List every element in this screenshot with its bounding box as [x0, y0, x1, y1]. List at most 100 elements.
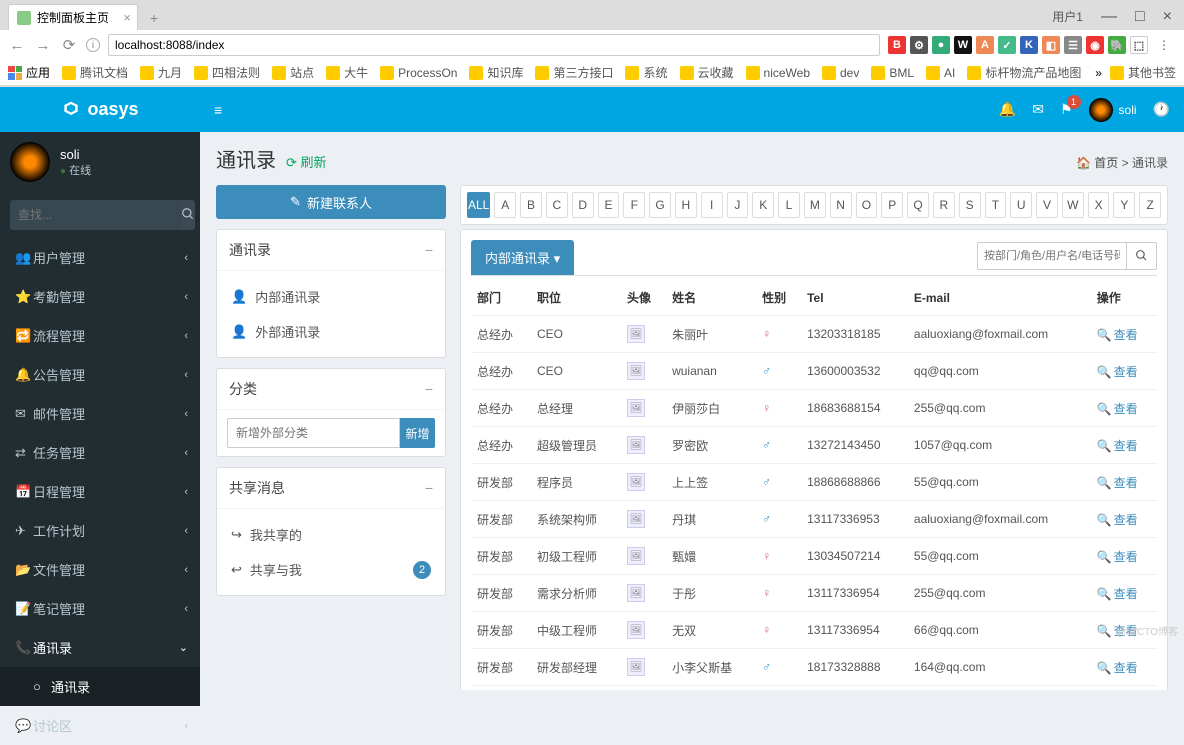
alpha-button[interactable]: B [520, 192, 542, 218]
view-link[interactable]: 🔍查看 [1097, 550, 1138, 564]
apps-icon[interactable]: 应用 [8, 64, 50, 81]
other-bookmarks[interactable]: 其他书签 [1110, 64, 1176, 81]
sidebar-item[interactable]: 🔔公告管理‹ [0, 355, 200, 394]
bookmark-item[interactable]: AI [926, 64, 955, 81]
bookmark-item[interactable]: BML [871, 64, 914, 81]
ext-icon[interactable]: ◧ [1042, 36, 1060, 54]
sidebar-item[interactable]: 📂文件管理‹ [0, 550, 200, 589]
breadcrumb-home[interactable]: 首页 [1094, 156, 1118, 170]
alpha-button[interactable]: G [649, 192, 671, 218]
flag-icon[interactable]: ⚑1 [1060, 101, 1073, 118]
view-link[interactable]: 🔍查看 [1097, 439, 1138, 453]
table-search-button[interactable] [1127, 242, 1157, 270]
collapse-icon[interactable]: − [425, 480, 433, 496]
share-mine-item[interactable]: ↪我共享的 [217, 517, 445, 552]
alpha-button[interactable]: Z [1139, 192, 1161, 218]
category-add-button[interactable]: 新增 [400, 418, 435, 448]
alpha-button[interactable]: J [727, 192, 749, 218]
alpha-button[interactable]: V [1036, 192, 1058, 218]
alpha-button[interactable]: P [881, 192, 903, 218]
alpha-button[interactable]: S [959, 192, 981, 218]
alpha-button[interactable]: F [623, 192, 645, 218]
back-icon[interactable]: ← [8, 36, 26, 54]
alpha-button[interactable]: W [1062, 192, 1084, 218]
alpha-button[interactable]: K [752, 192, 774, 218]
ext-icon[interactable]: 🐘 [1108, 36, 1126, 54]
brand-logo[interactable]: oasys [0, 87, 200, 132]
ext-icon[interactable]: A [976, 36, 994, 54]
sidebar-item[interactable]: ⇄任务管理‹ [0, 433, 200, 472]
close-window-icon[interactable]: × [1159, 9, 1176, 25]
view-link[interactable]: 🔍查看 [1097, 476, 1138, 490]
view-link[interactable]: 🔍查看 [1097, 587, 1138, 601]
ext-icon[interactable]: ✓ [998, 36, 1016, 54]
sidebar-item[interactable]: 🔁流程管理‹ [0, 316, 200, 355]
ext-icon[interactable]: ⬚ [1130, 36, 1148, 54]
sidebar-item[interactable]: 📞通讯录⌄ [0, 628, 200, 667]
ext-icon[interactable]: ● [932, 36, 950, 54]
window-user-label[interactable]: 用户1 [1048, 6, 1087, 27]
share-withme-item[interactable]: ↩共享与我2 [217, 552, 445, 587]
sidebar-subitem[interactable]: ○通讯录 [0, 667, 200, 706]
browser-tab[interactable]: 控制面板主页 × [8, 4, 138, 30]
sidebar-toggle-icon[interactable]: ≡ [200, 102, 236, 118]
forward-icon[interactable]: → [34, 36, 52, 54]
view-link[interactable]: 🔍查看 [1097, 328, 1138, 342]
menu-icon[interactable]: ⋮ [1152, 38, 1176, 52]
table-tab-internal[interactable]: 内部通讯录 ▾ [471, 240, 574, 275]
bookmark-item[interactable]: 知识库 [469, 64, 523, 81]
bookmark-item[interactable]: 腾讯文档 [62, 64, 128, 81]
external-contacts-item[interactable]: 👤外部通讯录 [217, 314, 445, 349]
table-search-input[interactable] [977, 242, 1127, 270]
bookmark-item[interactable]: 大牛 [326, 64, 368, 81]
sidebar-item[interactable]: 👥用户管理‹ [0, 238, 200, 277]
view-link[interactable]: 🔍查看 [1097, 402, 1138, 416]
alpha-button[interactable]: M [804, 192, 826, 218]
refresh-button[interactable]: ⟳ 刷新 [286, 152, 327, 171]
ext-icon[interactable]: K [1020, 36, 1038, 54]
alpha-button[interactable]: Y [1113, 192, 1135, 218]
bookmark-item[interactable]: niceWeb [746, 64, 810, 81]
ext-icon[interactable]: ◉ [1086, 36, 1104, 54]
internal-contacts-item[interactable]: 👤内部通讯录 [217, 279, 445, 314]
mail-icon[interactable]: ✉ [1032, 101, 1044, 118]
alpha-button[interactable]: E [598, 192, 620, 218]
ext-icon[interactable]: ☰ [1064, 36, 1082, 54]
alpha-button[interactable]: R [933, 192, 955, 218]
collapse-icon[interactable]: − [425, 242, 433, 258]
view-link[interactable]: 🔍查看 [1097, 661, 1138, 675]
reload-icon[interactable]: ⟳ [60, 36, 78, 54]
alpha-button[interactable]: O [856, 192, 878, 218]
tab-close-icon[interactable]: × [123, 10, 131, 25]
bookmark-item[interactable]: 第三方接口 [535, 64, 613, 81]
sidebar-item[interactable]: 📝笔记管理‹ [0, 589, 200, 628]
new-tab-button[interactable]: + [144, 6, 164, 30]
collapse-icon[interactable]: − [425, 381, 433, 397]
bookmark-item[interactable]: 云收藏 [680, 64, 734, 81]
category-input[interactable] [227, 418, 400, 448]
sidebar-item[interactable]: ✉邮件管理‹ [0, 394, 200, 433]
view-link[interactable]: 🔍查看 [1097, 513, 1138, 527]
alpha-button[interactable]: L [778, 192, 800, 218]
sidebar-search-input[interactable] [10, 200, 181, 230]
sidebar-item[interactable]: ✈工作计划‹ [0, 511, 200, 550]
bookmark-item[interactable]: 标杆物流产品地图 [967, 64, 1081, 81]
sidebar-item[interactable]: 📅日程管理‹ [0, 472, 200, 511]
view-link[interactable]: 🔍查看 [1097, 365, 1138, 379]
alpha-button[interactable]: D [572, 192, 594, 218]
sidebar-item[interactable]: ⭐考勤管理‹ [0, 277, 200, 316]
sidebar-search-button[interactable] [181, 200, 195, 230]
ext-icon[interactable]: ⚙ [910, 36, 928, 54]
maximize-icon[interactable]: □ [1131, 9, 1149, 25]
bookmark-item[interactable]: 九月 [140, 64, 182, 81]
alpha-button[interactable]: A [494, 192, 516, 218]
alpha-button[interactable]: Q [907, 192, 929, 218]
bookmark-item[interactable]: ProcessOn [380, 64, 457, 81]
alpha-button[interactable]: N [830, 192, 852, 218]
bookmarks-more-icon[interactable]: » [1095, 66, 1102, 80]
clock-icon[interactable]: 🕐 [1153, 101, 1170, 118]
alpha-button[interactable]: I [701, 192, 723, 218]
bookmark-item[interactable]: dev [822, 64, 859, 81]
alpha-button[interactable]: C [546, 192, 568, 218]
new-contact-button[interactable]: ✎ 新建联系人 [216, 185, 446, 219]
